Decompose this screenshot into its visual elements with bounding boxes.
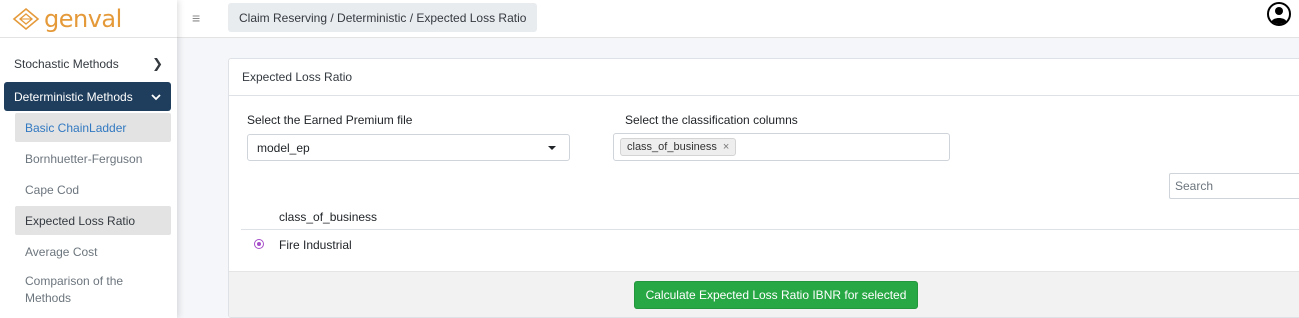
table-column-header: class_of_business [241, 201, 1299, 230]
diamond-logo-icon [12, 7, 40, 30]
tag-label: class_of_business [627, 141, 717, 153]
brand-logo[interactable]: genval [0, 0, 177, 38]
top-bar: ≡ Claim Reserving / Deterministic / Expe… [177, 0, 1299, 38]
sidebar-subitem-expected-loss-ratio[interactable]: Expected Loss Ratio [15, 206, 171, 235]
user-avatar-icon[interactable] [1267, 2, 1291, 26]
sidebar-subitem-basic-chainladder[interactable]: Basic ChainLadder [15, 113, 171, 142]
sidebar-subitem-bornhuetter-ferguson[interactable]: Bornhuetter-Ferguson [15, 144, 171, 173]
sidebar-nav: Stochastic Methods ❯ Deterministic Metho… [0, 38, 177, 311]
classification-columns-select[interactable]: class_of_business × [613, 133, 950, 161]
sidebar-subitem-cape-cod[interactable]: Cape Cod [15, 175, 171, 204]
column-header-label[interactable]: class_of_business [279, 210, 377, 224]
premium-file-select[interactable]: model_ep [247, 134, 570, 161]
hamburger-icon[interactable]: ≡ [192, 10, 200, 26]
row-radio-button[interactable] [254, 239, 264, 249]
sidebar-item-label: Stochastic Methods [14, 57, 119, 71]
premium-file-label: Select the Earned Premium file [247, 113, 413, 127]
caret-down-icon [548, 146, 556, 150]
sidebar-subitem-average-cost[interactable]: Average Cost [15, 237, 171, 266]
classification-columns-label: Select the classification columns [625, 113, 798, 127]
chevron-right-icon: ❯ [152, 56, 163, 71]
row-label: Fire Industrial [279, 238, 352, 252]
search-input[interactable] [1169, 173, 1299, 199]
remove-tag-icon[interactable]: × [723, 141, 729, 153]
premium-file-value: model_ep [257, 140, 310, 155]
breadcrumb: Claim Reserving / Deterministic / Expect… [228, 3, 538, 32]
sidebar-item-label: Deterministic Methods [14, 89, 133, 104]
sidebar-item-deterministic-methods[interactable]: Deterministic Methods [4, 82, 171, 111]
sidebar: genval Stochastic Methods ❯ Deterministi… [0, 0, 177, 318]
card-title: Expected Loss Ratio [229, 59, 1299, 96]
selected-tag: class_of_business × [620, 138, 737, 156]
table-row[interactable]: Fire Industrial [241, 231, 1299, 258]
calculate-ibnr-button[interactable]: Calculate Expected Loss Ratio IBNR for s… [634, 281, 918, 309]
sidebar-subitem-comparison-of-methods[interactable]: Comparison of the Methods [15, 269, 171, 311]
card-footer: Calculate Expected Loss Ratio IBNR for s… [229, 271, 1299, 317]
chevron-down-icon [151, 93, 161, 100]
sidebar-item-stochastic-methods[interactable]: Stochastic Methods ❯ [0, 52, 177, 76]
expected-loss-ratio-card: Expected Loss Ratio Select the Earned Pr… [228, 58, 1299, 318]
brand-name: genval [44, 4, 122, 33]
